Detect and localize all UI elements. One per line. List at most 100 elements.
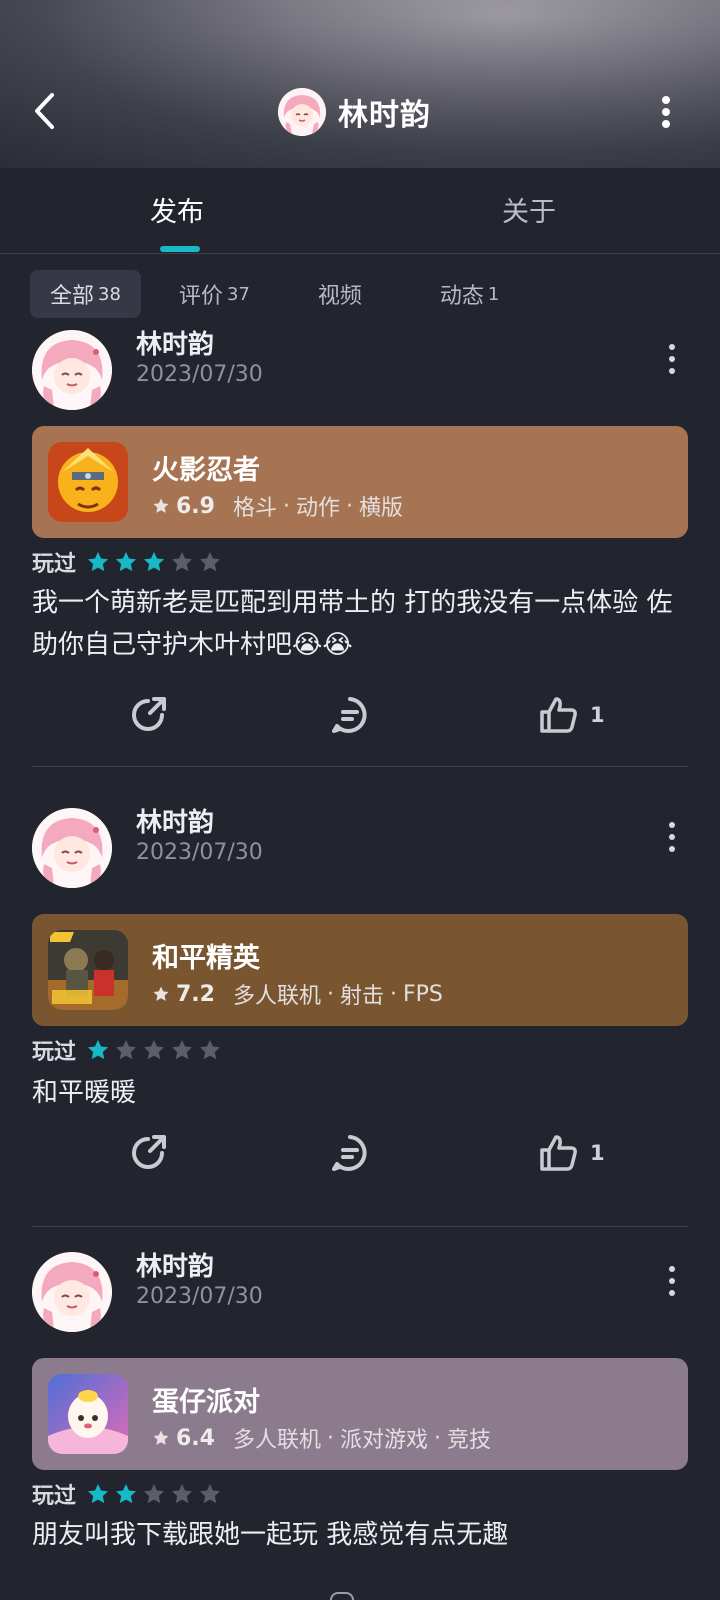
tag-separator: · [283, 493, 290, 519]
game-score: 6.9 [176, 493, 215, 519]
rating-row: 玩过 [32, 546, 222, 578]
filter-count: 37 [226, 283, 250, 305]
review-text: 朋友叫我下载跟她一起玩 我感觉有点无趣 [32, 1520, 509, 1550]
share-button[interactable] [126, 1128, 170, 1178]
share-icon [132, 697, 166, 731]
chevron-left-icon [35, 93, 54, 129]
share-icon [132, 1135, 166, 1169]
back-button[interactable] [24, 86, 64, 136]
tag-separator: · [390, 981, 398, 1007]
game-meta: 6.9 格斗 · 动作 · 横版 [152, 490, 403, 522]
game-tag: 格斗 [232, 496, 277, 521]
avatar[interactable] [32, 808, 112, 888]
star-empty-icon [200, 1040, 221, 1060]
header-user[interactable]: 林时韵 [278, 88, 431, 136]
more-icon-dot [662, 120, 670, 128]
avatar[interactable] [32, 1252, 112, 1332]
tab-posts[interactable]: 发布 [150, 190, 204, 229]
star-empty-icon [144, 1484, 165, 1504]
post-more-button[interactable] [664, 822, 680, 852]
thumbs-up-icon [540, 697, 577, 733]
star-empty-icon [172, 1040, 193, 1060]
filter-reviews[interactable]: 评价 37 [159, 270, 270, 318]
like-button[interactable]: 1 [538, 690, 605, 740]
rating-stars [86, 1038, 222, 1062]
review-text: 和平暖暖 [32, 1078, 137, 1108]
post-date: 2023/07/30 [136, 840, 263, 865]
star-empty-icon [172, 1484, 193, 1504]
page-title: 林时韵 [338, 98, 431, 133]
filter-videos[interactable]: 视频 [298, 270, 382, 318]
star-filled-icon [116, 552, 137, 572]
more-options-button[interactable] [656, 92, 676, 132]
user-name[interactable]: 林时韵 [136, 1246, 214, 1283]
tag-separator: · [346, 493, 354, 519]
review-text: 我一个萌新老是匹配到用带土的 打的我没有一点体验 佐助你自己守护木叶村吧😭😭 [32, 588, 673, 660]
game-name: 和平精英 [152, 943, 260, 974]
post-more-button[interactable] [664, 1266, 680, 1296]
more-icon [662, 96, 670, 104]
filter-count: 38 [98, 283, 121, 305]
post-card: 林时韵 2023/07/30 和平精英 7.2 多人联机 · 射击 · FPS 玩过… [0, 798, 720, 1228]
avatar[interactable] [32, 330, 112, 410]
post-actions: 1 [0, 1128, 720, 1178]
filter-label: 动态 [439, 284, 484, 309]
post-more-button[interactable] [664, 344, 680, 374]
profile-header: 林时韵 [0, 0, 720, 168]
filter-label: 评价 [178, 284, 223, 309]
thumbs-up-icon [540, 1135, 577, 1171]
game-meta: 7.2 多人联机 · 射击 · FPS [152, 978, 443, 1010]
rating-stars [86, 1482, 222, 1506]
user-name[interactable]: 林时韵 [136, 324, 214, 361]
filter-moments[interactable]: 动态 1 [420, 270, 519, 318]
rating-stars [86, 550, 222, 574]
game-card[interactable]: 蛋仔派对 6.4 多人联机 · 派对游戏 · 竞技 [32, 1358, 688, 1470]
tab-about[interactable]: 关于 [502, 190, 556, 229]
like-count: 1 [590, 1141, 605, 1165]
game-name: 火影忍者 [152, 455, 260, 486]
game-tag: FPS [403, 981, 443, 1007]
star-empty-icon [200, 552, 221, 572]
game-score: 7.2 [176, 981, 215, 1007]
star-empty-icon [144, 1040, 165, 1060]
star-filled-icon [88, 552, 109, 572]
star-filled-icon [88, 1040, 109, 1060]
like-button[interactable]: 1 [538, 1128, 605, 1178]
more-icon-dot [662, 108, 670, 116]
game-meta: 6.4 多人联机 · 派对游戏 · 竞技 [152, 1422, 491, 1454]
tag-separator: · [434, 1425, 442, 1451]
post-card: 林时韵 2023/07/30 蛋仔派对 6.4 多人联机 · 派对游戏 · 竞技 玩… [0, 1242, 720, 1600]
rating-row: 玩过 [32, 1034, 222, 1066]
star-icon [153, 1430, 169, 1445]
game-card[interactable]: 和平精英 7.2 多人联机 · 射击 · FPS [32, 914, 688, 1026]
filter-label: 全部 [50, 284, 95, 309]
user-name[interactable]: 林时韵 [136, 802, 214, 839]
game-tag: 派对游戏 [340, 1428, 429, 1453]
tag-separator: · [327, 981, 334, 1007]
filter-all[interactable]: 全部 38 [30, 270, 141, 318]
game-icon [48, 442, 128, 522]
played-label: 玩过 [32, 1484, 77, 1509]
header-background [0, 0, 720, 168]
post-divider [32, 766, 688, 767]
comment-icon [332, 697, 367, 733]
rating-row: 玩过 [32, 1478, 222, 1510]
comment-icon [332, 1135, 367, 1171]
filter-chips: 全部 38 评价 37 视频 动态 1 [30, 270, 519, 318]
filter-count: 1 [487, 283, 500, 305]
played-label: 玩过 [32, 1040, 77, 1065]
game-score: 6.4 [176, 1425, 215, 1451]
star-empty-icon [116, 1040, 137, 1060]
game-card[interactable]: 火影忍者 6.9 格斗 · 动作 · 横版 [32, 426, 688, 538]
partial-share-icon [330, 1592, 354, 1600]
comment-button[interactable] [328, 690, 372, 740]
played-label: 玩过 [32, 552, 77, 577]
game-name: 蛋仔派对 [152, 1387, 260, 1418]
tab-indicator [160, 246, 200, 252]
share-button[interactable] [126, 690, 170, 740]
comment-button[interactable] [328, 1128, 372, 1178]
star-filled-icon [88, 1484, 109, 1504]
star-empty-icon [200, 1484, 221, 1504]
main-tabs: 发布 关于 [0, 168, 720, 254]
post-date: 2023/07/30 [136, 362, 263, 387]
